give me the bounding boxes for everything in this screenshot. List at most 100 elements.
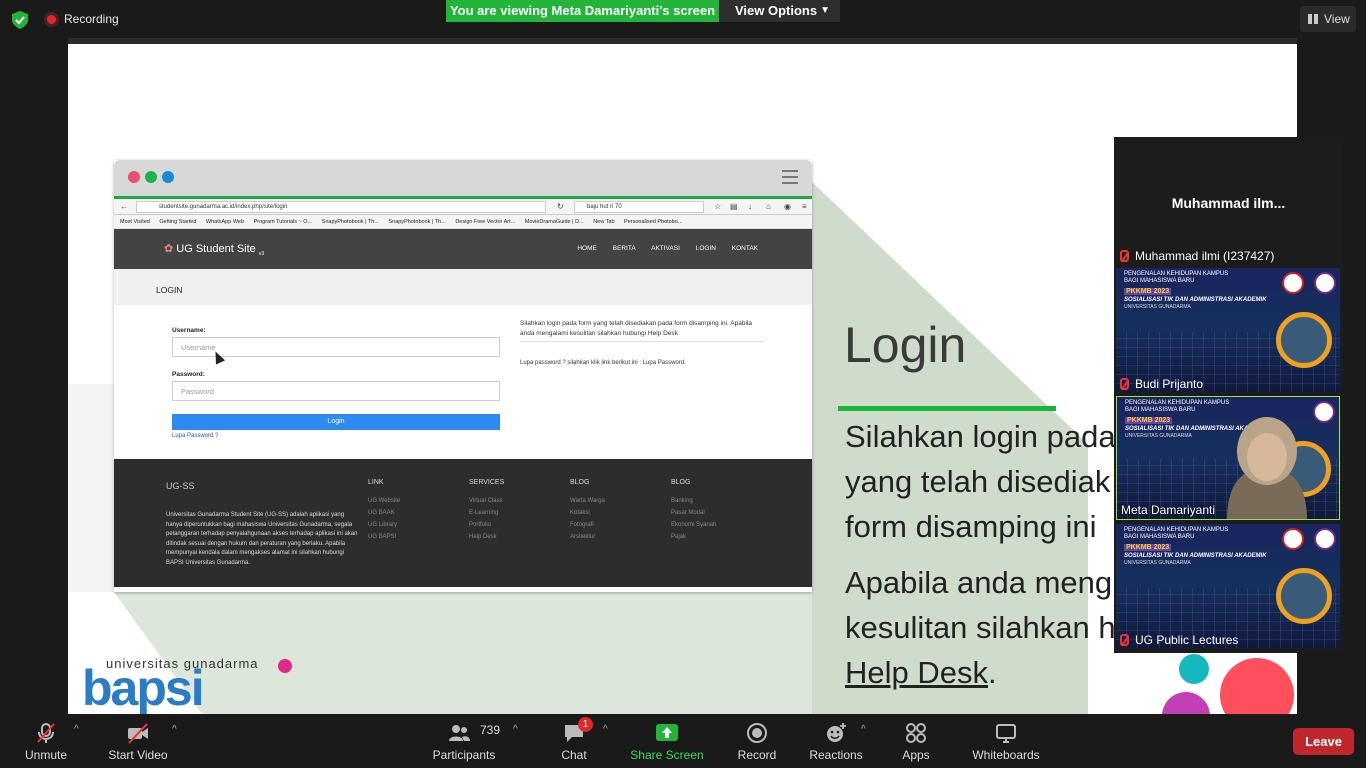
meeting-toolbar: Unmute ^ Start Video ^ 739 Participants … bbox=[0, 714, 1366, 768]
meeting-top-bar: Recording You are viewing Meta Damariyan… bbox=[0, 0, 1366, 40]
reactions-button[interactable]: Reactions bbox=[806, 714, 866, 768]
back-arrow-icon[interactable]: ← bbox=[120, 202, 128, 211]
nav-kontak[interactable]: KONTAK bbox=[732, 245, 758, 252]
bookmark-item[interactable]: WhatsApp Web bbox=[206, 219, 244, 225]
logo-dot-icon bbox=[278, 659, 292, 673]
tile-text: SOSIALISASI TIK DAN ADMINISTRASI AKADEMI… bbox=[1124, 297, 1267, 303]
bookmark-item[interactable]: SnapyPhotobook | Th... bbox=[322, 219, 379, 225]
slide-paragraph-1: Silahkan login pada yang telah disediak … bbox=[845, 414, 1116, 549]
minimize-dot-icon[interactable] bbox=[145, 171, 157, 183]
footer-link[interactable]: Pajak bbox=[671, 534, 716, 540]
footer-link[interactable]: Portfolio bbox=[469, 522, 504, 528]
footer-link[interactable]: Help Desk bbox=[469, 534, 504, 540]
view-button[interactable]: View bbox=[1300, 6, 1356, 32]
participants-options-caret-icon[interactable]: ^ bbox=[513, 724, 518, 735]
muted-mic-icon bbox=[1120, 250, 1129, 262]
recording-label[interactable]: Recording bbox=[64, 12, 119, 26]
reload-icon[interactable]: ↻ bbox=[557, 202, 564, 211]
apps-label: Apps bbox=[902, 748, 930, 762]
leave-button[interactable]: Leave bbox=[1293, 728, 1354, 755]
footer-link[interactable]: Banking bbox=[671, 498, 716, 504]
help-desk-link[interactable]: Help Desk bbox=[845, 655, 988, 690]
search-field[interactable]: baju hut ri 70 bbox=[574, 201, 704, 213]
site-brand[interactable]: ✿ UG Student Site v3 bbox=[164, 242, 264, 257]
bookmark-item[interactable]: New Tab bbox=[593, 219, 614, 225]
address-bar: ← studentsite.gunadarma.ac.id/index.php/… bbox=[114, 199, 812, 215]
apps-button[interactable]: Apps bbox=[896, 714, 936, 768]
chat-options-caret-icon[interactable]: ^ bbox=[603, 724, 608, 735]
participant-name-label: UG Public Lectures bbox=[1135, 633, 1239, 647]
login-button[interactable]: Login bbox=[172, 414, 500, 430]
footer-link[interactable]: Virtual Class bbox=[469, 498, 504, 504]
nav-login[interactable]: LOGIN bbox=[696, 245, 716, 252]
bookmark-item[interactable]: MovieDramaGuide | D... bbox=[525, 219, 584, 225]
tile-text: PKKMB 2023 bbox=[1124, 544, 1172, 551]
bookmark-item[interactable]: Getting Started bbox=[159, 219, 196, 225]
reactions-options-caret-icon[interactable]: ^ bbox=[861, 724, 866, 735]
nav-home[interactable]: HOME bbox=[577, 245, 597, 252]
start-video-button[interactable]: Start Video bbox=[104, 714, 172, 768]
chevron-down-icon: ▼ bbox=[820, 5, 830, 16]
tile-text: SOSIALISASI TIK DAN ADMINISTRASI AKADEMI… bbox=[1124, 553, 1267, 559]
url-field[interactable]: studentsite.gunadarma.ac.id/index.php/si… bbox=[136, 201, 546, 213]
active-speaker-name: Muhammad ilm... bbox=[1171, 195, 1286, 211]
footer-link[interactable]: UG BAPSI bbox=[368, 534, 400, 540]
footer-link[interactable]: Fotografi bbox=[570, 522, 605, 528]
close-dot-icon[interactable] bbox=[128, 171, 140, 183]
bookmark-item[interactable]: Personalised Photobo... bbox=[624, 219, 682, 225]
download-icon[interactable]: ↓ bbox=[748, 202, 752, 211]
view-options-button[interactable]: View Options ▼ bbox=[719, 0, 840, 22]
clipboard-icon[interactable]: ▤ bbox=[730, 202, 738, 211]
home-icon[interactable]: ⌂ bbox=[766, 202, 771, 211]
campus-ring-icon bbox=[1276, 312, 1332, 368]
site-nav-links: HOME BERITA AKTIVASI LOGIN KONTAK bbox=[563, 245, 758, 252]
browser-menu-icon[interactable] bbox=[782, 170, 798, 184]
video-tile-meta[interactable]: PENGENALAN KEHIDUPAN KAMPUS BAGI MAHASIS… bbox=[1116, 396, 1340, 520]
forgot-password-info[interactable]: Lupa password ? silahkan klik link berik… bbox=[520, 360, 686, 366]
footer-heading: LINK bbox=[368, 479, 384, 486]
recording-icon[interactable] bbox=[44, 12, 59, 27]
shield-icon[interactable] bbox=[12, 11, 28, 29]
footer-link[interactable]: E-Learning bbox=[469, 510, 504, 516]
record-button[interactable]: Record bbox=[732, 714, 782, 768]
unmute-button[interactable]: Unmute bbox=[16, 714, 76, 768]
star-icon[interactable]: ☆ bbox=[714, 202, 721, 211]
bookmark-item[interactable]: Design Free Vector Art... bbox=[455, 219, 515, 225]
maximize-dot-icon[interactable] bbox=[162, 171, 174, 183]
share-screen-button[interactable]: Share Screen bbox=[628, 714, 706, 768]
password-input[interactable]: Password bbox=[172, 381, 500, 401]
bookmark-item[interactable]: Program Tutorials ~ O... bbox=[254, 219, 313, 225]
participant-name: Muhammad ilmi (I237427) bbox=[1120, 249, 1274, 263]
slide-line: yang telah disediak bbox=[845, 464, 1111, 499]
whiteboards-button[interactable]: Whiteboards bbox=[968, 714, 1044, 768]
hamburger-icon[interactable]: ≡ bbox=[802, 202, 807, 211]
footer-link[interactable]: Arsitektur bbox=[570, 534, 605, 540]
footer-link[interactable]: UG Library bbox=[368, 522, 400, 528]
video-tile-ug-public[interactable]: PENGENALAN KEHIDUPAN KAMPUS BAGI MAHASIS… bbox=[1116, 524, 1340, 648]
login-page-title: LOGIN bbox=[156, 285, 183, 295]
nav-berita[interactable]: BERITA bbox=[613, 245, 636, 252]
pocket-icon[interactable]: ◉ bbox=[784, 202, 791, 211]
audio-options-caret-icon[interactable]: ^ bbox=[74, 724, 79, 735]
participants-button[interactable]: 739 Participants bbox=[428, 714, 500, 768]
nav-aktivasi[interactable]: AKTIVASI bbox=[651, 245, 680, 252]
footer-column-link: LINK UG Website UG BAAK UG Library UG BA… bbox=[368, 479, 400, 546]
bookmark-item[interactable]: Most Visited bbox=[120, 219, 150, 225]
footer-link[interactable]: UG Website bbox=[368, 498, 400, 504]
tile-text: UNIVERSITAS GUNADARMA bbox=[1125, 433, 1192, 439]
forgot-password-link[interactable]: Lupa Password ? bbox=[172, 433, 218, 439]
video-tile-budi[interactable]: PENGENALAN KEHIDUPAN KAMPUS BAGI MAHASIS… bbox=[1116, 268, 1340, 392]
footer-link[interactable]: Kotaksi bbox=[570, 510, 605, 516]
site-brand-label: UG Student Site bbox=[176, 243, 256, 255]
tile-text: BAGI MAHASISWA BARU bbox=[1125, 407, 1196, 413]
bookmark-item[interactable]: SnapyPhotobook | Th... bbox=[388, 219, 445, 225]
video-options-caret-icon[interactable]: ^ bbox=[172, 724, 177, 735]
footer-link[interactable]: Pasar Modal bbox=[671, 510, 716, 516]
video-off-icon bbox=[128, 723, 148, 744]
bookmarks-bar: Most Visited Getting Started WhatsApp We… bbox=[114, 215, 812, 229]
browser-titlebar bbox=[114, 160, 812, 196]
footer-link[interactable]: Ekonomi Syariah bbox=[671, 522, 716, 528]
footer-link[interactable]: UG BAAK bbox=[368, 510, 400, 516]
footer-link[interactable]: Warta Warga bbox=[570, 498, 605, 504]
info-divider bbox=[520, 341, 764, 342]
